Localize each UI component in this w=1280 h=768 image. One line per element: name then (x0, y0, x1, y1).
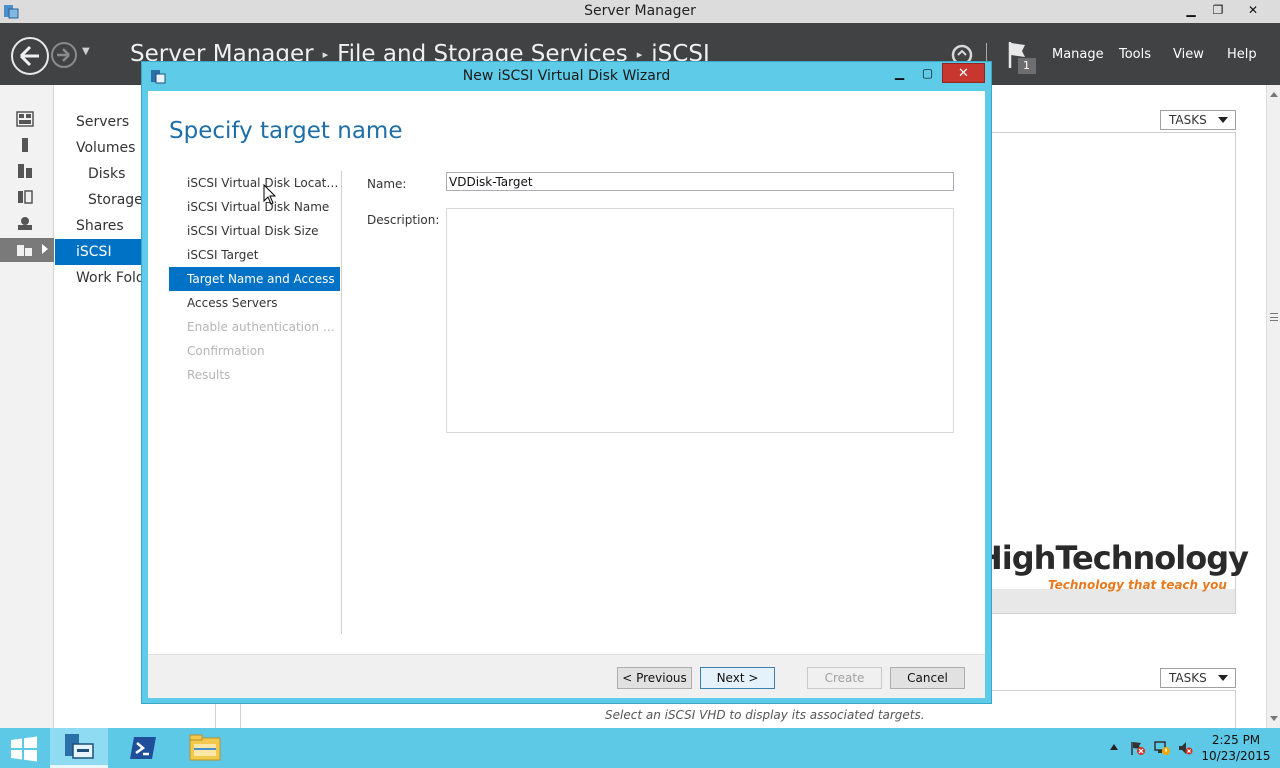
step-confirmation: Confirmation (187, 344, 265, 358)
nav-item-shares[interactable]: Shares (55, 213, 145, 239)
create-button: Create (807, 667, 882, 689)
tasks-label: TASKS (1169, 113, 1207, 127)
name-input[interactable] (446, 172, 954, 191)
all-servers-icon[interactable] (16, 163, 34, 179)
step-virtual-disk-size[interactable]: iSCSI Virtual Disk Size (169, 219, 340, 243)
minimize-button[interactable]: ▁ (1178, 1, 1204, 20)
left-icon-strip (0, 85, 54, 728)
breadcrumb-separator: ▸ (636, 48, 643, 61)
menu-manage[interactable]: Manage (1052, 47, 1104, 62)
restore-button[interactable]: ❐ (1205, 1, 1231, 20)
taskbar: 2:25 PM 10/23/2015 (0, 728, 1280, 768)
watermark-tagline: Technology that teach you (1048, 578, 1227, 592)
file-services-icon[interactable] (16, 189, 34, 205)
description-label: Description: (367, 213, 440, 227)
step-access-servers[interactable]: Access Servers (169, 291, 340, 315)
next-button[interactable]: Next > (700, 667, 775, 689)
wizard-close-button[interactable]: ✕ (942, 63, 985, 83)
clock-date: 10/23/2015 (1201, 749, 1271, 763)
menu-view[interactable]: View (1173, 47, 1204, 62)
menu-help[interactable]: Help (1227, 47, 1257, 62)
notification-count: 1 (1023, 59, 1030, 72)
forward-button[interactable] (51, 42, 77, 68)
tasks-button-top[interactable]: TASKS (1160, 110, 1236, 130)
storage-icon[interactable] (16, 215, 34, 231)
windows-start-icon[interactable] (10, 736, 38, 762)
chevron-down-icon (1218, 675, 1228, 681)
show-hidden-icons-button[interactable] (1110, 744, 1118, 750)
nav-item-work-folders[interactable]: Work Folders (55, 265, 145, 291)
taskbar-powershell[interactable] (114, 728, 172, 768)
menu-tools[interactable]: Tools (1119, 47, 1151, 62)
speaker-icon[interactable] (1177, 740, 1193, 756)
vertical-scrollbar[interactable] (1266, 85, 1280, 728)
window-title: Server Manager (584, 3, 696, 19)
step-results: Results (187, 368, 231, 382)
steps-divider (341, 171, 342, 634)
history-dropdown[interactable]: ▼ (82, 46, 90, 57)
mouse-cursor-icon (263, 184, 277, 205)
tasks-label: TASKS (1169, 671, 1207, 685)
network-icon[interactable] (1154, 740, 1170, 756)
file-storage-services-icon[interactable] (16, 242, 34, 258)
empty-state-message: Select an iSCSI VHD to display its assoc… (605, 708, 925, 722)
file-explorer-icon (189, 734, 221, 761)
wizard-body: Specify target name iSCSI Virtual Disk L… (148, 91, 985, 698)
wizard-maximize-button[interactable]: ▢ (914, 63, 941, 83)
forward-arrow-icon (57, 48, 70, 62)
name-label: Name: (367, 177, 407, 191)
nav-item-servers[interactable]: Servers (55, 109, 145, 135)
nav-item-iscsi[interactable]: iSCSI (55, 239, 145, 265)
nav-item-disks[interactable]: Disks (55, 161, 145, 187)
local-server-icon[interactable] (16, 137, 34, 153)
step-target-name-and-access[interactable]: Target Name and Access (169, 267, 340, 291)
nav-item-storage-pools[interactable]: Storage Pools (55, 187, 145, 213)
previous-button[interactable]: < Previous (617, 667, 692, 689)
window-titlebar: Server Manager ▁ ❐ ✕ (0, 0, 1280, 23)
server-manager-icon (65, 734, 94, 759)
wizard-titlebar[interactable]: New iSCSI Virtual Disk Wizard ▁ ▢ ✕ (142, 62, 991, 90)
back-arrow-icon (19, 45, 39, 67)
chevron-down-icon (1218, 117, 1228, 123)
taskbar-server-manager[interactable] (50, 728, 108, 768)
step-iscsi-target[interactable]: iSCSI Target (169, 243, 340, 267)
breadcrumb-separator: ▸ (322, 48, 329, 61)
page-title: Specify target name (169, 118, 403, 144)
system-clock[interactable]: 2:25 PM 10/23/2015 (1198, 732, 1274, 764)
nav-item-volumes[interactable]: Volumes (55, 135, 145, 161)
expand-arrow-icon[interactable] (42, 244, 48, 254)
scroll-up-icon[interactable] (1270, 92, 1278, 97)
wizard-minimize-button[interactable]: ▁ (886, 63, 913, 83)
cancel-button[interactable]: Cancel (890, 667, 965, 689)
wizard-footer: < Previous Next > Create Cancel (148, 654, 985, 698)
step-virtual-disk-name[interactable]: iSCSI Virtual Disk Name (169, 195, 340, 219)
step-enable-authentication: Enable authentication service (187, 320, 340, 334)
dashboard-icon[interactable] (16, 111, 34, 127)
notifications-button[interactable]: 1 (1008, 40, 1038, 74)
watermark-title: HighTechnology (976, 539, 1249, 577)
navigation-pane: Servers Volumes Disks Storage Pools Shar… (55, 85, 145, 728)
action-center-icon[interactable] (1130, 740, 1146, 756)
powershell-icon (130, 737, 156, 759)
taskbar-file-explorer[interactable] (176, 728, 234, 768)
scroll-down-icon[interactable] (1270, 716, 1278, 721)
close-button[interactable]: ✕ (1240, 1, 1266, 20)
tasks-button-bottom[interactable]: TASKS (1160, 668, 1236, 688)
new-iscsi-virtual-disk-wizard: New iSCSI Virtual Disk Wizard ▁ ▢ ✕ Spec… (141, 61, 992, 704)
description-input[interactable] (446, 208, 954, 433)
back-button[interactable] (11, 37, 49, 75)
wizard-title: New iSCSI Virtual Disk Wizard (462, 68, 671, 84)
clock-time: 2:25 PM (1211, 733, 1261, 747)
scroll-grip-icon[interactable] (1270, 313, 1278, 321)
step-virtual-disk-location[interactable]: iSCSI Virtual Disk Location (169, 171, 340, 195)
